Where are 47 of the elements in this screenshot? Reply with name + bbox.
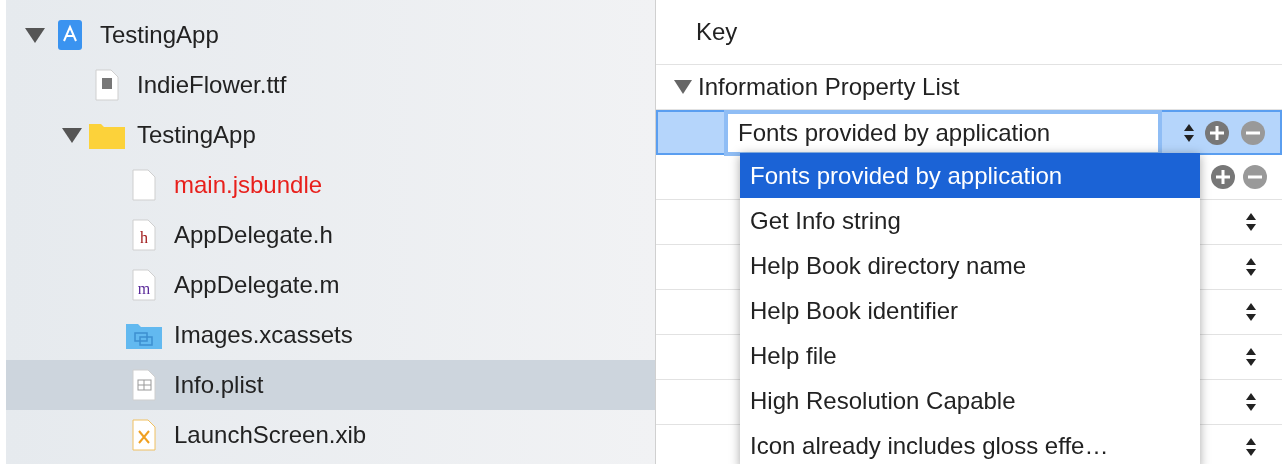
menu-item[interactable]: High Resolution Capable <box>740 378 1200 423</box>
stepper-icon[interactable] <box>1246 438 1256 456</box>
file-name: Images.xcassets <box>174 321 353 349</box>
navigator-row[interactable]: Info.plist <box>6 360 655 410</box>
stepper-icon[interactable] <box>1246 213 1256 231</box>
navigator-row[interactable]: IndieFlower.ttf <box>6 60 655 110</box>
stepper-icon[interactable] <box>1246 348 1256 366</box>
source-file-icon: m <box>132 269 156 301</box>
menu-item[interactable]: Fonts provided by application <box>740 153 1200 198</box>
menu-item[interactable]: Get Info string <box>740 198 1200 243</box>
navigator-row[interactable]: h AppDelegate.h <box>6 210 655 260</box>
file-icon <box>132 169 156 201</box>
column-header: Key <box>656 0 1282 65</box>
navigator-row[interactable]: LaunchScreen.xib <box>6 410 655 460</box>
stepper-icon[interactable] <box>1246 303 1256 321</box>
header-file-icon: h <box>132 219 156 251</box>
file-name: main.jsbundle <box>174 171 323 199</box>
navigator-row[interactable]: m AppDelegate.m <box>6 260 655 310</box>
menu-item[interactable]: Help file <box>740 333 1200 378</box>
stepper-icon[interactable] <box>1246 258 1256 276</box>
file-name: LaunchScreen.xib <box>174 421 367 449</box>
menu-item[interactable]: Help Book directory name <box>740 243 1200 288</box>
navigator-row[interactable]: main.jsbundle <box>6 160 655 210</box>
font-file-icon <box>95 69 119 101</box>
disclosure-triangle-icon[interactable] <box>674 80 692 94</box>
menu-item[interactable]: Icon already includes gloss effe… <box>740 423 1200 464</box>
add-icon[interactable] <box>1204 119 1230 146</box>
add-icon[interactable] <box>1210 164 1236 190</box>
file-name: AppDelegate.h <box>174 221 333 249</box>
navigator-row[interactable]: TestingApp <box>6 10 655 60</box>
app-project-icon <box>57 19 83 51</box>
property-key: Information Property List <box>698 73 960 101</box>
file-name: IndieFlower.ttf <box>137 71 287 99</box>
navigator-row[interactable]: TestingApp <box>6 110 655 160</box>
remove-icon[interactable] <box>1242 164 1268 190</box>
remove-icon[interactable] <box>1240 119 1266 146</box>
xib-file-icon <box>132 419 156 451</box>
file-name: TestingApp <box>137 121 256 149</box>
stepper-icon[interactable] <box>1246 393 1256 411</box>
file-name: TestingApp <box>100 21 219 49</box>
plist-file-icon <box>132 369 156 401</box>
menu-item[interactable]: Help Book identifier <box>740 288 1200 333</box>
file-name: AppDelegate.m <box>174 271 340 299</box>
file-name: Info.plist <box>174 371 264 399</box>
editing-row[interactable]: Fonts provided by application <box>656 110 1282 155</box>
navigator-row[interactable]: Images.xcassets <box>6 310 655 360</box>
stepper-icon[interactable] <box>1184 123 1194 142</box>
